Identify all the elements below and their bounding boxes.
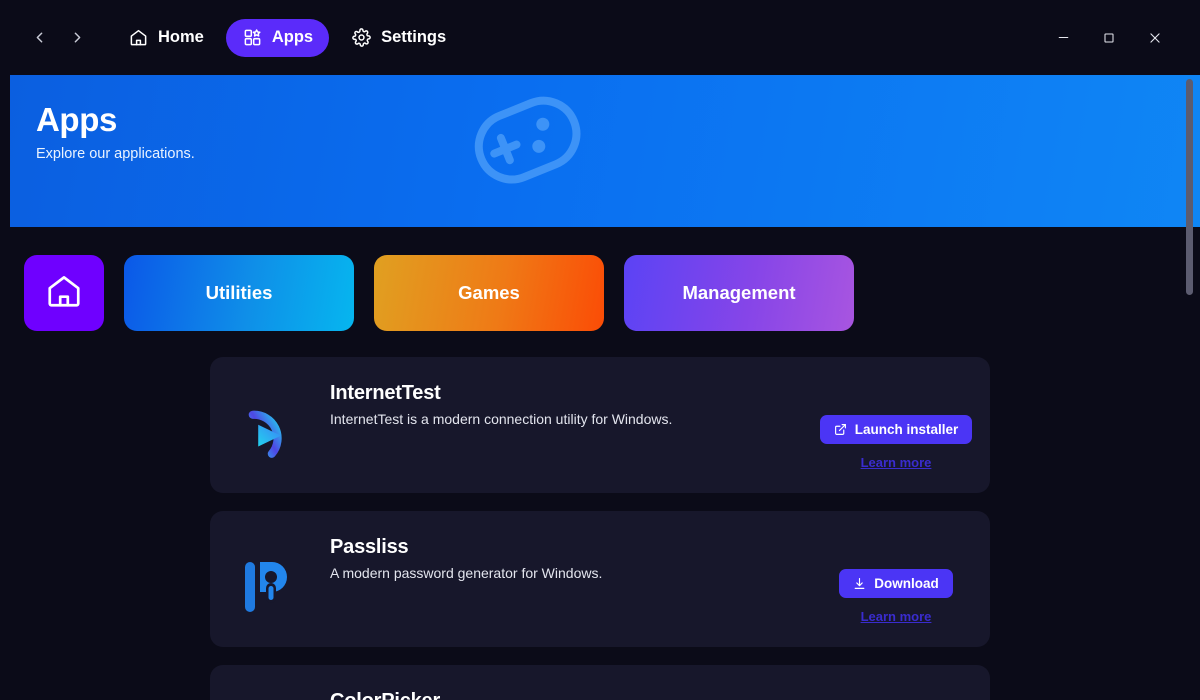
app-actions: Launch installer Learn more <box>816 375 976 470</box>
content-viewport: Apps Explore our applications. Utilities… <box>10 75 1200 700</box>
app-window: Home Apps Settings Apps Explore our appl… <box>0 0 1200 700</box>
app-name: Passliss <box>330 536 409 558</box>
internettest-logo-icon <box>210 375 330 475</box>
download-button[interactable]: Download <box>839 569 953 598</box>
launch-installer-label: Launch installer <box>854 422 959 437</box>
main-navigation: Home Apps Settings <box>112 18 462 57</box>
nav-item-home-label: Home <box>158 28 204 46</box>
tab-management[interactable]: Management <box>624 255 854 331</box>
app-actions: Download Learn more <box>816 683 976 700</box>
colorpicker-logo-icon <box>210 683 330 700</box>
hero-text: Apps Explore our applications. <box>10 75 1200 162</box>
forward-button[interactable] <box>64 25 90 51</box>
app-info: ColorPicker A modern color picking tool … <box>330 683 816 700</box>
app-list: InternetTest InternetTest is a modern co… <box>10 357 1200 700</box>
app-description: InternetTest is a modern connection util… <box>330 411 673 427</box>
learn-more-link[interactable]: Learn more <box>861 455 932 470</box>
tab-games[interactable]: Games <box>374 255 604 331</box>
home-icon <box>45 272 83 315</box>
nav-item-apps[interactable]: Apps <box>225 18 330 57</box>
tab-utilities[interactable]: Utilities <box>124 255 354 331</box>
nav-item-apps-label: Apps <box>271 28 314 46</box>
titlebar: Home Apps Settings <box>0 0 1200 75</box>
category-tabs: Utilities Games Management <box>10 227 1200 357</box>
nav-item-home[interactable]: Home <box>112 19 220 57</box>
hero-banner: Apps Explore our applications. <box>10 75 1200 227</box>
page-title: Apps <box>36 101 117 138</box>
home-icon <box>128 27 149 48</box>
back-button[interactable] <box>26 25 52 51</box>
gear-icon <box>351 27 372 48</box>
passliss-logo-icon <box>210 529 330 629</box>
launch-installer-button[interactable]: Launch installer <box>819 415 973 444</box>
app-actions: Download Learn more <box>816 529 976 624</box>
scrollbar-thumb[interactable] <box>1186 79 1193 295</box>
learn-more-link[interactable]: Learn more <box>861 609 932 624</box>
external-link-icon <box>834 423 847 436</box>
close-button[interactable] <box>1132 15 1178 61</box>
window-controls <box>1040 0 1200 75</box>
tab-games-label: Games <box>458 282 520 303</box>
app-card-passliss[interactable]: Passliss A modern password generator for… <box>210 511 990 647</box>
nav-item-settings-label: Settings <box>381 28 447 46</box>
minimize-button[interactable] <box>1040 15 1086 61</box>
app-card-colorpicker[interactable]: ColorPicker A modern color picking tool … <box>210 665 990 700</box>
apps-grid-icon <box>242 27 263 48</box>
download-label: Download <box>874 576 939 591</box>
app-info: Passliss A modern password generator for… <box>330 529 816 581</box>
tab-utilities-label: Utilities <box>205 282 273 303</box>
navigation-arrows <box>26 25 90 51</box>
tab-home[interactable] <box>24 255 104 331</box>
download-icon <box>853 577 866 590</box>
maximize-button[interactable] <box>1086 15 1132 61</box>
app-description: A modern password generator for Windows. <box>330 565 603 581</box>
vertical-scrollbar[interactable] <box>1186 79 1193 696</box>
app-name: InternetTest <box>330 382 441 404</box>
app-name: ColorPicker <box>330 690 816 700</box>
app-card-internettest[interactable]: InternetTest InternetTest is a modern co… <box>210 357 990 493</box>
tab-management-label: Management <box>682 282 796 303</box>
nav-item-settings[interactable]: Settings <box>335 19 462 57</box>
app-info: InternetTest InternetTest is a modern co… <box>330 375 816 427</box>
page-subtitle: Explore our applications. <box>36 145 195 162</box>
